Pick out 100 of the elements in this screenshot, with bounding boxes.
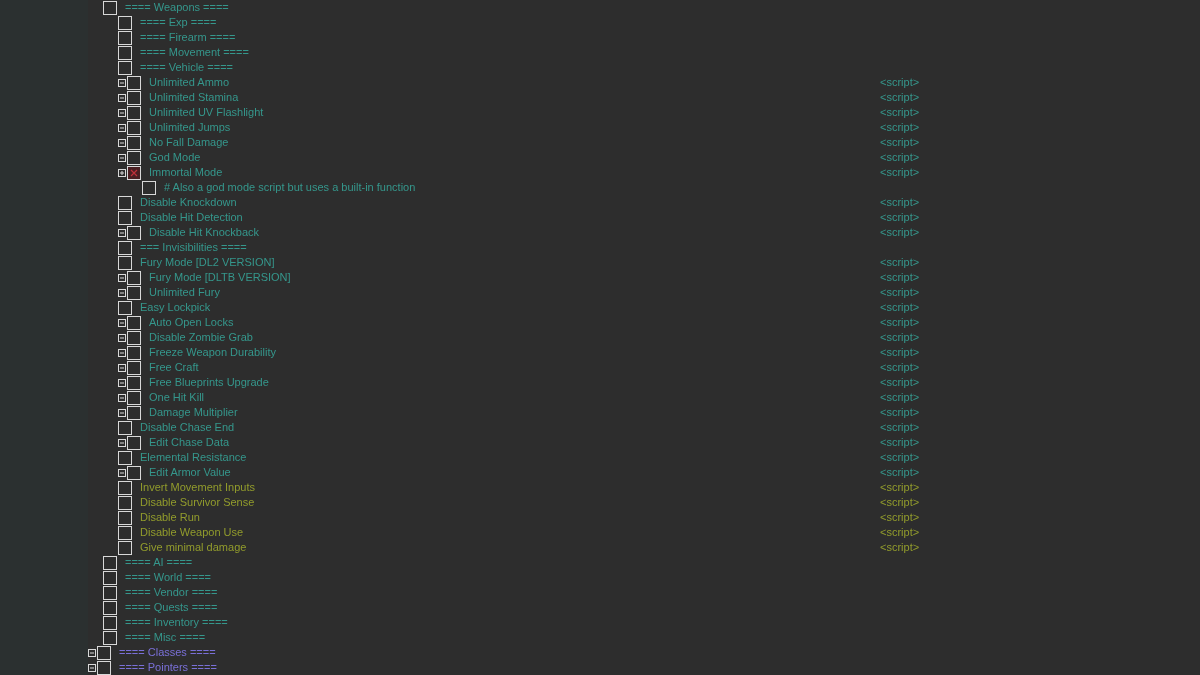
expand-icon[interactable] (118, 168, 126, 177)
checkbox[interactable] (127, 270, 141, 285)
checkbox[interactable] (97, 660, 111, 675)
collapse-icon[interactable] (118, 333, 126, 342)
entry-label: Disable Zombie Grab (149, 330, 253, 346)
collapse-icon[interactable] (118, 108, 126, 117)
collapse-icon[interactable] (118, 363, 126, 372)
entry-label: One Hit Kill (149, 390, 205, 406)
checkbox[interactable] (97, 645, 111, 660)
collapse-icon[interactable] (118, 348, 126, 357)
checkbox[interactable] (127, 465, 141, 480)
entry-value: <script> (880, 150, 920, 166)
checkbox[interactable] (103, 615, 117, 630)
entry-label: ==== Exp ==== (140, 15, 217, 31)
cross-icon (130, 168, 138, 177)
entry-value: <script> (880, 510, 920, 526)
entry-label: No Fall Damage (149, 135, 229, 151)
entry-label: Unlimited Fury (149, 285, 220, 301)
collapse-icon[interactable] (118, 228, 126, 237)
checkbox[interactable] (103, 0, 117, 15)
entry-label: ==== Pointers ==== (119, 660, 217, 675)
checkbox[interactable] (118, 495, 132, 510)
checkbox[interactable] (103, 600, 117, 615)
entry-value: <script> (880, 285, 920, 301)
entry-label: Fury Mode [DLTB VERSION] (149, 270, 291, 286)
checkbox[interactable] (118, 255, 132, 270)
checkbox[interactable] (118, 45, 132, 60)
checkbox[interactable] (127, 435, 141, 450)
checkbox[interactable] (118, 480, 132, 495)
collapse-icon[interactable] (118, 468, 126, 477)
collapse-icon[interactable] (88, 648, 96, 657)
checkbox[interactable] (127, 150, 141, 165)
collapse-icon[interactable] (118, 438, 126, 447)
checkbox[interactable] (127, 165, 141, 180)
checkbox[interactable] (118, 240, 132, 255)
checkbox[interactable] (127, 345, 141, 360)
entry-value: <script> (880, 120, 920, 136)
entry-label: Free Blueprints Upgrade (149, 375, 269, 391)
collapse-icon[interactable] (118, 123, 126, 132)
entry-value: <script> (880, 375, 920, 391)
entry-label: Disable Survivor Sense (140, 495, 255, 511)
checkbox[interactable] (127, 75, 141, 90)
checkbox[interactable] (127, 120, 141, 135)
collapse-icon[interactable] (118, 318, 126, 327)
checkbox[interactable] (118, 210, 132, 225)
entry-label: Unlimited Ammo (149, 75, 230, 91)
collapse-icon[interactable] (118, 288, 126, 297)
entry-label: Elemental Resistance (140, 450, 247, 466)
entry-label: Unlimited Stamina (149, 90, 239, 106)
checkbox[interactable] (118, 510, 132, 525)
checkbox[interactable] (118, 60, 132, 75)
checkbox[interactable] (127, 330, 141, 345)
entry-label: Easy Lockpick (140, 300, 211, 316)
collapse-icon[interactable] (118, 393, 126, 402)
checkbox[interactable] (118, 450, 132, 465)
entry-value: <script> (880, 345, 920, 361)
entry-value: <script> (880, 360, 920, 376)
entry-value: <script> (880, 135, 920, 151)
collapse-icon[interactable] (118, 153, 126, 162)
collapse-icon[interactable] (118, 93, 126, 102)
checkbox[interactable] (118, 195, 132, 210)
entry-value: <script> (880, 270, 920, 286)
entry-value: <script> (880, 330, 920, 346)
collapse-icon[interactable] (118, 78, 126, 87)
checkbox[interactable] (118, 540, 132, 555)
checkbox[interactable] (103, 555, 117, 570)
entry-value: <script> (880, 420, 920, 436)
entry-label: Fury Mode [DL2 VERSION] (140, 255, 275, 271)
checkbox[interactable] (127, 390, 141, 405)
checkbox[interactable] (127, 285, 141, 300)
collapse-icon[interactable] (118, 378, 126, 387)
checkbox[interactable] (103, 585, 117, 600)
checkbox[interactable] (118, 15, 132, 30)
checkbox[interactable] (118, 525, 132, 540)
checkbox[interactable] (142, 180, 156, 195)
collapse-icon[interactable] (118, 273, 126, 282)
entry-label: Disable Chase End (140, 420, 235, 436)
checkbox[interactable] (118, 420, 132, 435)
checkbox[interactable] (127, 375, 141, 390)
entry-label: ==== Movement ==== (140, 45, 249, 61)
entry-label: Give minimal damage (140, 540, 247, 556)
collapse-icon[interactable] (118, 408, 126, 417)
collapse-icon[interactable] (118, 138, 126, 147)
checkbox[interactable] (118, 300, 132, 315)
collapse-icon[interactable] (88, 663, 96, 672)
entry-label: Damage Multiplier (149, 405, 238, 421)
checkbox[interactable] (127, 315, 141, 330)
checkbox[interactable] (127, 405, 141, 420)
checkbox[interactable] (127, 135, 141, 150)
checkbox[interactable] (127, 225, 141, 240)
entry-label: Freeze Weapon Durability (149, 345, 276, 361)
checkbox[interactable] (103, 630, 117, 645)
checkbox[interactable] (127, 105, 141, 120)
checkbox[interactable] (127, 360, 141, 375)
entry-label: ==== Firearm ==== (140, 30, 236, 46)
entry-value: <script> (880, 75, 920, 91)
checkbox[interactable] (118, 30, 132, 45)
checkbox[interactable] (127, 90, 141, 105)
entry-value: <script> (880, 105, 920, 121)
checkbox[interactable] (103, 570, 117, 585)
